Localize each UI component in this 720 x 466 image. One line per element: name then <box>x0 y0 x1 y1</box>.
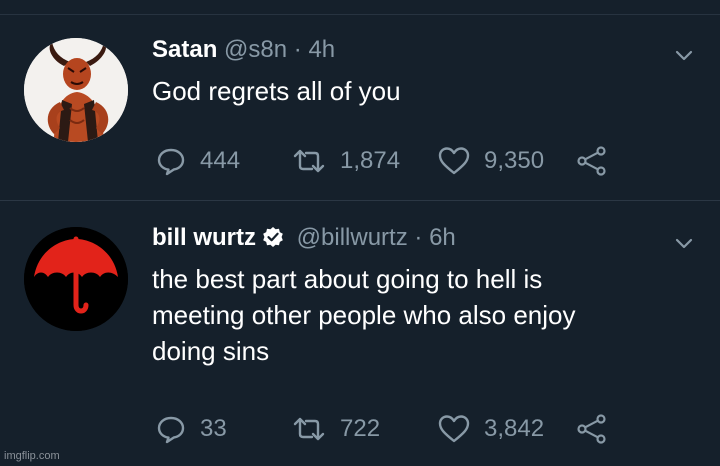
retweet-button[interactable]: 1,874 <box>292 145 400 177</box>
share-button[interactable] <box>576 413 622 445</box>
tweet-text-line: doing sins <box>152 336 270 366</box>
tweet-header: Satan @s8n · 4h <box>152 35 335 65</box>
author-handle[interactable]: @s8n <box>224 36 287 63</box>
tweet-actions: 33 722 3,842 <box>152 413 632 445</box>
tweet-actions: 444 1,874 9,350 <box>152 145 632 177</box>
chevron-down-icon[interactable] <box>672 43 696 67</box>
reply-count: 33 <box>200 415 227 442</box>
heart-icon <box>438 147 470 175</box>
author-name[interactable]: Satan <box>152 36 217 63</box>
like-button[interactable]: 9,350 <box>438 145 544 177</box>
tweet-text-line: God regrets all of you <box>152 76 401 106</box>
tweet-text-line: meeting other people who also enjoy <box>152 300 576 330</box>
avatar[interactable] <box>24 38 128 142</box>
share-button[interactable] <box>576 145 622 177</box>
retweet-count: 722 <box>340 415 381 442</box>
share-icon <box>577 146 606 176</box>
tweet[interactable]: bill wurtz @billwurtz · 6h the best part… <box>0 201 720 466</box>
share-icon <box>577 414 606 444</box>
heart-icon <box>438 415 470 443</box>
demon-avatar-image <box>24 38 128 142</box>
tweet[interactable]: Satan @s8n · 4h God regrets all of you 4… <box>0 15 720 201</box>
tweet-text: the best part about going to hell is mee… <box>152 261 692 369</box>
separator: · <box>293 36 302 63</box>
like-count: 9,350 <box>484 147 545 174</box>
timestamp[interactable]: 4h <box>308 36 335 63</box>
reply-icon <box>157 148 185 176</box>
retweet-icon <box>293 149 325 173</box>
author-name[interactable]: bill wurtz <box>152 224 256 251</box>
tweet-header: bill wurtz @billwurtz · 6h <box>152 223 456 256</box>
chevron-down-icon[interactable] <box>672 231 696 255</box>
watermark: imgflip.com <box>4 450 60 462</box>
reply-button[interactable]: 33 <box>156 413 227 445</box>
retweet-icon <box>293 417 325 441</box>
timestamp[interactable]: 6h <box>429 224 456 251</box>
author-handle[interactable]: @billwurtz <box>297 224 408 251</box>
top-divider <box>0 0 720 15</box>
reply-icon <box>157 416 185 444</box>
verified-badge-icon <box>262 226 284 256</box>
reply-count: 444 <box>200 147 241 174</box>
tweet-text: God regrets all of you <box>152 73 692 109</box>
like-button[interactable]: 3,842 <box>438 413 544 445</box>
tweet-text-line: the best part about going to hell is <box>152 264 543 294</box>
retweet-count: 1,874 <box>340 147 401 174</box>
separator: · <box>414 224 423 251</box>
red-umbrella-avatar-image <box>24 227 128 331</box>
like-count: 3,842 <box>484 415 545 442</box>
avatar[interactable] <box>24 227 128 331</box>
retweet-button[interactable]: 722 <box>292 413 380 445</box>
reply-button[interactable]: 444 <box>156 145 240 177</box>
